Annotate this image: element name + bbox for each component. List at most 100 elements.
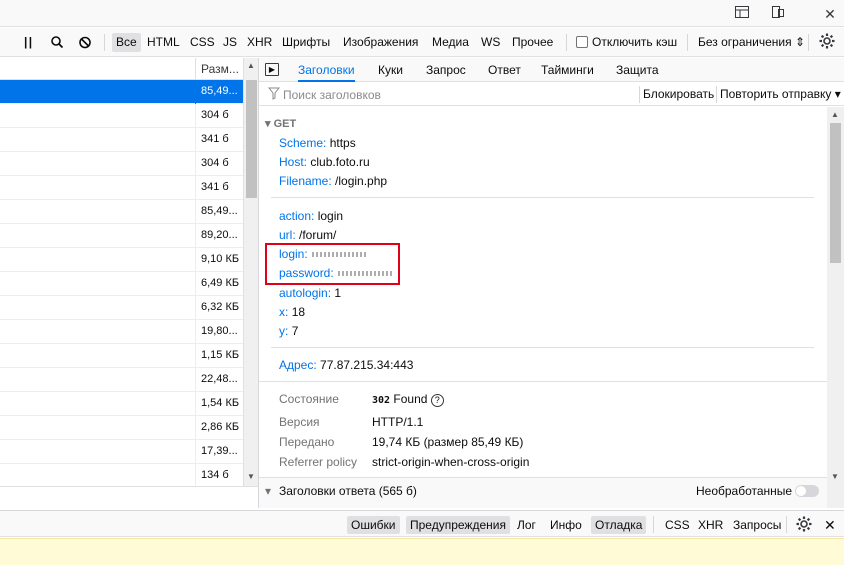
filter-type-css[interactable]: CSS — [190, 33, 215, 52]
param-value: 7 — [291, 324, 299, 338]
request-row[interactable]: 85,49... — [0, 80, 243, 104]
request-method-section[interactable]: ▾ GET — [265, 117, 296, 130]
search-headers-input[interactable]: Поиск заголовков — [283, 88, 381, 102]
filter-type-html[interactable]: HTML — [147, 33, 180, 52]
console-filter-errors[interactable]: Ошибки — [347, 516, 400, 534]
console-filter-requests[interactable]: Запросы — [729, 516, 785, 534]
highlight-box — [265, 243, 400, 285]
request-row[interactable]: 89,20... — [0, 224, 243, 248]
tab-headers[interactable]: Заголовки — [298, 58, 355, 82]
chevron-down-icon: ▾ — [265, 484, 272, 498]
request-row[interactable]: 304 б — [0, 152, 243, 176]
panel-icon[interactable]: ▶ — [265, 63, 279, 76]
scrollbar-thumb[interactable] — [246, 80, 257, 198]
request-row[interactable]: 6,32 КБ — [0, 296, 243, 320]
column-divider — [195, 392, 196, 416]
scroll-down-arrow-icon[interactable]: ▼ — [831, 472, 839, 481]
response-headers-section[interactable]: ▾ Заголовки ответа (565 б) Необработанны… — [259, 477, 827, 508]
console-filter-info[interactable]: Инфо — [546, 516, 586, 534]
param-value: 1 — [334, 286, 342, 300]
console-filter-debug[interactable]: Отладка — [591, 516, 647, 534]
tab-timings[interactable]: Тайминги — [541, 58, 594, 82]
request-row[interactable]: 22,48... — [0, 368, 243, 392]
request-list-footer — [0, 486, 258, 508]
filter-type-images[interactable]: Изображения — [343, 33, 418, 52]
request-size: 6,32 КБ — [201, 301, 240, 313]
pause-icon[interactable]: | | — [24, 33, 32, 52]
version-value: HTTP/1.1 — [372, 415, 424, 429]
resend-button[interactable]: Повторить отправку ▾ — [720, 87, 841, 101]
column-divider — [195, 152, 196, 176]
gear-icon[interactable] — [791, 515, 817, 533]
network-filter-toolbar: | | Все HTML CSS JS XHR Шрифты Изображен… — [0, 28, 844, 57]
param-row: action: login — [279, 209, 343, 223]
filter-type-fonts[interactable]: Шрифты — [282, 33, 330, 52]
request-row[interactable]: 341 б — [0, 176, 243, 200]
tab-cookies[interactable]: Куки — [378, 58, 403, 82]
request-row[interactable]: 19,80... — [0, 320, 243, 344]
headers-toolbar: Поиск заголовков Блокировать Повторить о… — [259, 83, 844, 106]
request-row[interactable]: 134 б — [0, 464, 243, 488]
scroll-down-arrow-icon[interactable]: ▼ — [247, 472, 255, 481]
console-filter-xhr[interactable]: XHR — [694, 516, 727, 534]
detail-tabs: ▶ Заголовки Куки Запрос Ответ Тайминги З… — [259, 58, 844, 82]
request-size: 304 б — [201, 157, 229, 169]
request-row[interactable]: 2,86 КБ — [0, 416, 243, 440]
request-row[interactable]: 341 б — [0, 128, 243, 152]
request-list-scrollbar[interactable]: ▲ ▼ — [243, 58, 258, 486]
request-row[interactable]: 17,39... — [0, 440, 243, 464]
tab-response[interactable]: Ответ — [488, 58, 521, 82]
filter-type-all[interactable]: Все — [112, 33, 141, 52]
request-size: 341 б — [201, 133, 229, 145]
address-key: Адрес: — [279, 358, 317, 372]
help-icon[interactable]: ? — [430, 394, 444, 407]
dock-icon[interactable] — [732, 4, 752, 24]
close-console-button[interactable]: ✕ — [820, 516, 840, 534]
param-row: x: 18 — [279, 305, 305, 319]
clear-icon[interactable] — [78, 33, 92, 52]
filter-type-ws[interactable]: WS — [481, 33, 500, 52]
headers-details: ▾ GET Scheme: https Host: club.foto.ru F… — [259, 107, 827, 508]
filter-type-js[interactable]: JS — [223, 33, 237, 52]
chevron-down-icon: ▾ — [265, 118, 271, 130]
disable-cache-checkbox[interactable]: Отключить кэш — [576, 33, 677, 52]
popout-icon[interactable] — [768, 4, 788, 24]
gear-icon[interactable] — [818, 32, 836, 51]
request-row[interactable]: 6,49 КБ — [0, 272, 243, 296]
status-text: Found — [393, 392, 428, 406]
throttling-select[interactable]: Без ограничения ⇕ — [698, 33, 805, 52]
checkbox-box[interactable] — [576, 36, 588, 48]
request-row[interactable]: 85,49... — [0, 200, 243, 224]
version-key: Версия — [279, 415, 320, 429]
filter-type-other[interactable]: Прочее — [512, 33, 553, 52]
column-header-size[interactable]: Разм... — [201, 62, 239, 76]
raw-headers-toggle[interactable] — [795, 485, 819, 497]
scroll-up-arrow-icon[interactable]: ▲ — [831, 110, 839, 119]
request-row[interactable]: 304 б — [0, 104, 243, 128]
divider — [653, 516, 654, 533]
column-divider — [195, 296, 196, 320]
search-icon[interactable] — [50, 33, 64, 52]
scroll-up-arrow-icon[interactable]: ▲ — [247, 61, 255, 70]
filter-type-xhr[interactable]: XHR — [247, 33, 272, 52]
request-row[interactable]: 1,54 КБ — [0, 392, 243, 416]
tab-security[interactable]: Защита — [616, 58, 659, 82]
filter-type-media[interactable]: Медиа — [432, 33, 469, 52]
status-value: 302 Found ? — [372, 392, 444, 407]
request-row[interactable]: 1,15 КБ — [0, 344, 243, 368]
column-divider — [195, 248, 196, 272]
address-row: Адрес: 77.87.215.34:443 — [279, 358, 413, 372]
param-row: autologin: 1 — [279, 286, 341, 300]
console-filter-warnings[interactable]: Предупреждения — [406, 516, 510, 534]
transferred-key: Передано — [279, 435, 335, 449]
tab-request[interactable]: Запрос — [426, 58, 466, 82]
scrollbar-thumb[interactable] — [830, 123, 841, 263]
request-row[interactable]: 9,10 КБ — [0, 248, 243, 272]
request-size: 134 б — [201, 469, 229, 481]
console-filter-css[interactable]: CSS — [661, 516, 694, 534]
block-button[interactable]: Блокировать — [643, 87, 714, 101]
console-filter-log[interactable]: Лог — [513, 516, 540, 534]
close-devtools-button[interactable]: ✕ — [820, 4, 840, 24]
details-scrollbar[interactable]: ▲ ▼ — [827, 107, 844, 508]
request-list-header: Разм... — [0, 58, 243, 80]
